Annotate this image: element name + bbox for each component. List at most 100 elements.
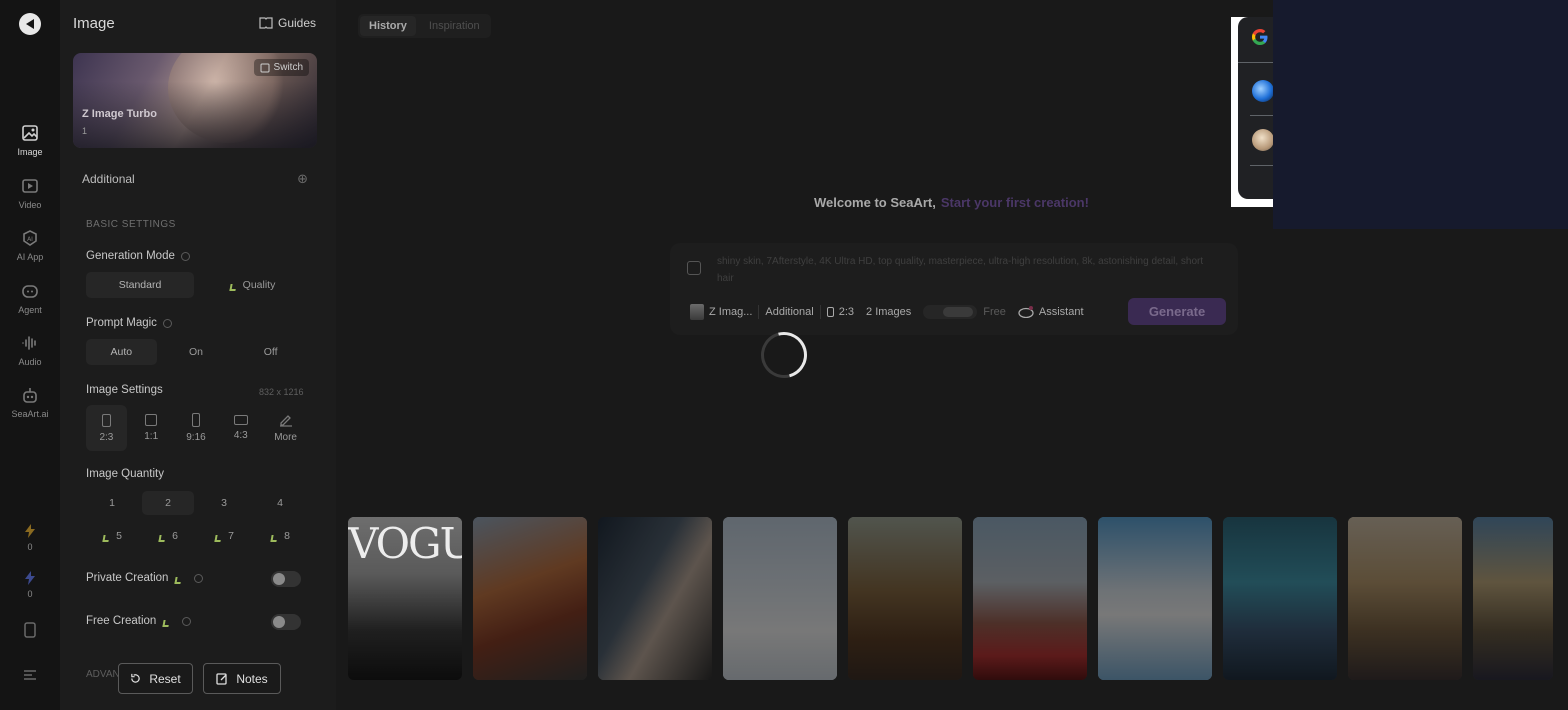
tab-history[interactable]: History bbox=[360, 16, 416, 36]
rail-item-label: SeaArt.ai bbox=[11, 409, 49, 419]
aspect-ratio-selector: 2:3 1:1 9:16 4:3 More bbox=[86, 405, 306, 451]
rail-item-label: Image bbox=[17, 147, 43, 157]
video-icon bbox=[22, 179, 38, 193]
gallery-item[interactable] bbox=[1473, 517, 1553, 680]
agent-icon bbox=[22, 285, 38, 298]
quantity-8[interactable]: 8 bbox=[254, 524, 306, 548]
ratio-more[interactable]: More bbox=[265, 405, 306, 451]
energy-value: 0 bbox=[27, 589, 33, 599]
rail-item-agent[interactable]: Agent bbox=[0, 282, 60, 315]
model-card[interactable]: Switch Z Image Turbo 1 bbox=[73, 53, 317, 148]
quantity-4[interactable]: 4 bbox=[254, 491, 306, 515]
guides-button[interactable]: Guides bbox=[253, 9, 325, 37]
image-upload-icon[interactable] bbox=[687, 261, 701, 275]
assistant-button[interactable]: Assistant bbox=[1012, 299, 1090, 325]
free-toggle[interactable] bbox=[923, 305, 978, 319]
quantity-3[interactable]: 3 bbox=[198, 491, 250, 515]
image-size-readout: 832 x 1216 bbox=[259, 387, 304, 397]
free-creation-toggle[interactable] bbox=[271, 614, 301, 630]
rail-item-audio[interactable]: Audio bbox=[0, 334, 60, 367]
energy-stat[interactable]: 0 bbox=[0, 571, 60, 599]
gallery-item[interactable] bbox=[973, 517, 1087, 680]
vip-icon bbox=[229, 280, 239, 290]
basic-settings-header[interactable]: BASIC SETTINGS bbox=[73, 210, 317, 238]
stamina-stat[interactable]: 0 bbox=[0, 524, 60, 552]
welcome-message: Welcome to SeaArt, Start your first creat… bbox=[814, 195, 1089, 210]
mode-quality[interactable]: Quality bbox=[198, 272, 306, 298]
image-icon bbox=[22, 125, 38, 141]
prompt-box: shiny skin, 7Afterstyle, 4K Ultra HD, to… bbox=[670, 243, 1238, 335]
info-icon[interactable] bbox=[182, 616, 192, 626]
menu-icon[interactable] bbox=[22, 669, 38, 681]
quantity-1[interactable]: 1 bbox=[86, 491, 138, 515]
info-icon[interactable] bbox=[194, 573, 204, 583]
add-icon[interactable]: ⊕ bbox=[297, 171, 308, 187]
gallery-item[interactable] bbox=[1223, 517, 1337, 680]
phone-icon[interactable] bbox=[23, 622, 37, 638]
notes-button[interactable]: Notes bbox=[203, 663, 281, 694]
ratio-4-3[interactable]: 4:3 bbox=[220, 405, 261, 451]
gallery-item[interactable] bbox=[848, 517, 962, 680]
gallery-item[interactable] bbox=[1348, 517, 1462, 680]
quantity-6[interactable]: 6 bbox=[142, 524, 194, 548]
quantity-5[interactable]: 5 bbox=[86, 524, 138, 548]
tab-inspiration[interactable]: Inspiration bbox=[420, 16, 489, 36]
gallery-item[interactable] bbox=[598, 517, 712, 680]
app-root: Image Video AI AI App Agent Audio SeaArt… bbox=[0, 0, 1568, 710]
generate-button[interactable]: Generate bbox=[1128, 298, 1226, 325]
robot-icon bbox=[23, 388, 37, 403]
additional-select[interactable]: Additional bbox=[759, 299, 819, 325]
info-icon[interactable] bbox=[162, 318, 172, 328]
book-icon bbox=[259, 17, 273, 29]
prompt-magic-heading: Prompt Magic bbox=[86, 317, 172, 329]
additional-row[interactable]: Additional ⊕ bbox=[73, 165, 317, 193]
nav-rail: Image Video AI AI App Agent Audio SeaArt… bbox=[0, 0, 60, 710]
prompt-input[interactable]: shiny skin, 7Afterstyle, 4K Ultra HD, to… bbox=[717, 253, 1207, 287]
model-select[interactable]: Z Imag... bbox=[684, 299, 758, 325]
ratio-select[interactable]: 2:3 bbox=[821, 299, 860, 325]
control-panel: Image Guides Switch Z Image Turbo 1 Addi… bbox=[60, 0, 336, 710]
rail-item-video[interactable]: Video bbox=[0, 177, 60, 210]
quantity-7[interactable]: 7 bbox=[198, 524, 250, 548]
quantity-selector-vip: 5 6 7 8 bbox=[86, 524, 306, 548]
welcome-accent[interactable]: Start your first creation! bbox=[941, 195, 1089, 210]
gallery-item[interactable] bbox=[473, 517, 587, 680]
private-creation-toggle[interactable] bbox=[271, 571, 301, 587]
quantity-2[interactable]: 2 bbox=[142, 491, 194, 515]
vogue-masthead: VOGU bbox=[348, 519, 462, 568]
gallery-item[interactable]: VOGU bbox=[348, 517, 462, 680]
lightning-icon bbox=[25, 571, 35, 585]
panel-title: Image bbox=[73, 15, 115, 32]
rail-item-image[interactable]: Image bbox=[0, 124, 60, 157]
logo-icon[interactable] bbox=[19, 13, 41, 35]
rail-item-ai-app[interactable]: AI AI App bbox=[0, 229, 60, 262]
info-icon[interactable] bbox=[180, 251, 190, 261]
quantity-select[interactable]: 2 Images bbox=[860, 299, 917, 325]
gallery-item[interactable] bbox=[723, 517, 837, 680]
ai-app-icon: AI bbox=[23, 230, 37, 246]
stamina-value: 0 bbox=[27, 542, 33, 552]
prompt-magic-selector: Auto On Off bbox=[86, 339, 306, 365]
free-creation-heading: Free Creation bbox=[86, 615, 192, 627]
ratio-2-3[interactable]: 2:3 bbox=[86, 405, 127, 451]
prompt-toolbar: Z Imag... Additional 2:3 2 Images Free A… bbox=[684, 299, 1090, 325]
reset-button[interactable]: Reset bbox=[118, 663, 193, 694]
prompt-magic-on[interactable]: On bbox=[161, 339, 232, 365]
mode-standard[interactable]: Standard bbox=[86, 272, 194, 298]
account-avatar[interactable] bbox=[1252, 129, 1274, 151]
switch-model-button[interactable]: Switch bbox=[253, 59, 309, 76]
ratio-shape-icon bbox=[826, 307, 834, 317]
account-avatar[interactable] bbox=[1252, 80, 1274, 102]
quantity-selector-free: 1 2 3 4 bbox=[86, 491, 306, 515]
ratio-9-16[interactable]: 9:16 bbox=[176, 405, 217, 451]
switch-icon bbox=[260, 63, 270, 72]
generation-mode-selector: Standard Quality bbox=[86, 272, 306, 298]
ratio-1-1[interactable]: 1:1 bbox=[131, 405, 172, 451]
generation-mode-heading: Generation Mode bbox=[86, 250, 190, 262]
prompt-magic-off[interactable]: Off bbox=[235, 339, 306, 365]
gallery-item[interactable] bbox=[1098, 517, 1212, 680]
image-quantity-heading: Image Quantity bbox=[86, 468, 164, 480]
prompt-magic-auto[interactable]: Auto bbox=[86, 339, 157, 365]
guides-label: Guides bbox=[278, 16, 317, 30]
rail-item-seaart[interactable]: SeaArt.ai bbox=[0, 386, 60, 419]
